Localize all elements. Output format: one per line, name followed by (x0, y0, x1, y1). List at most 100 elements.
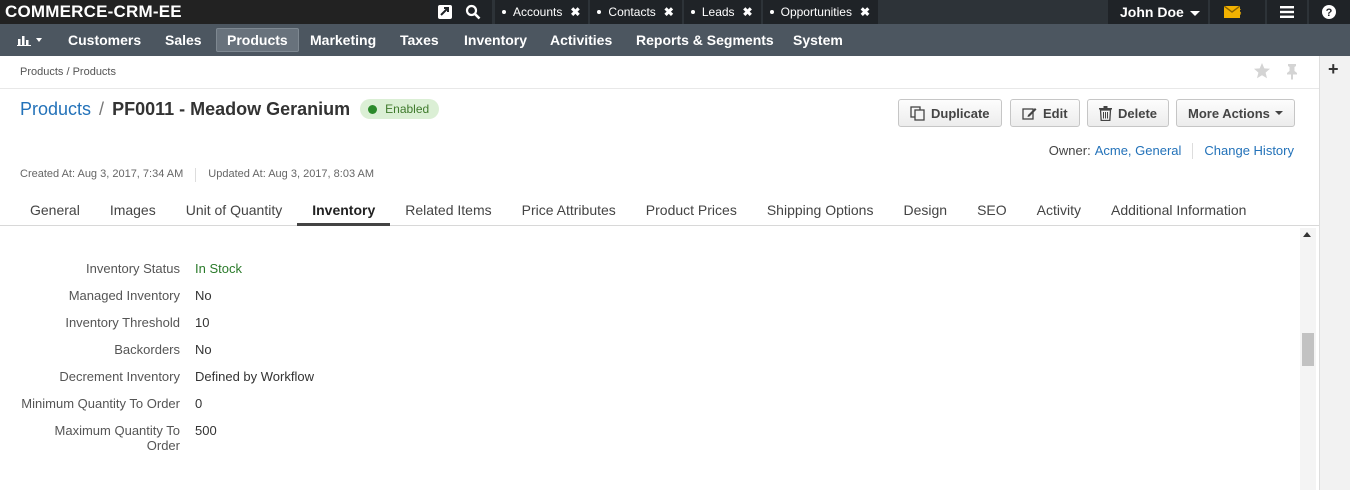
copy-icon (910, 105, 925, 121)
close-icon[interactable]: ✖ (743, 5, 753, 19)
inventory-threshold-label: Inventory Threshold (65, 315, 180, 330)
menu-button[interactable] (1267, 0, 1307, 24)
title-link-products[interactable]: Products (20, 99, 91, 120)
page-title: Products / PF0011 - Meadow Geranium Enab… (20, 98, 440, 120)
top-icons (430, 0, 492, 24)
delete-button[interactable]: Delete (1087, 99, 1170, 127)
owner-link[interactable]: Acme, General (1095, 143, 1182, 159)
search-icon[interactable] (465, 4, 481, 20)
nav-customers[interactable]: Customers (58, 28, 151, 52)
pin-icon[interactable] (1283, 62, 1301, 80)
edit-button[interactable]: Edit (1010, 99, 1080, 127)
edit-icon (1022, 107, 1037, 120)
close-icon[interactable]: ✖ (860, 5, 870, 19)
nav-marketing[interactable]: Marketing (300, 28, 386, 52)
divider (0, 88, 1319, 89)
min-quantity-value: 0 (195, 396, 203, 411)
mail-button[interactable]: 5 (1210, 0, 1265, 24)
main-navigation: Customers Sales Products Marketing Taxes… (0, 24, 1350, 56)
tab-design[interactable]: Design (888, 196, 962, 226)
add-icon[interactable]: + (1328, 59, 1339, 80)
close-icon[interactable]: ✖ (570, 5, 580, 19)
nav-activities[interactable]: Activities (540, 28, 622, 52)
tab-inventory[interactable]: Inventory (297, 196, 391, 226)
updated-at: Updated At: Aug 3, 2017, 8:03 AM (208, 168, 375, 180)
hamburger-icon (1280, 6, 1294, 18)
status-badge: Enabled (360, 99, 440, 119)
tab-shipping-options[interactable]: Shipping Options (752, 196, 889, 226)
record-timestamps: Created At: Aug 3, 2017, 7:34 AM Updated… (20, 168, 374, 182)
chevron-down-icon (35, 38, 42, 42)
pinned-tab-opportunities[interactable]: Opportunities ✖ (762, 0, 879, 24)
nav-sales[interactable]: Sales (155, 28, 212, 52)
help-button[interactable]: ? (1309, 0, 1350, 24)
pinned-tab-label: Accounts (513, 5, 563, 19)
brand-arrow-decoration (418, 0, 430, 24)
owner-label: Owner: (1048, 143, 1091, 158)
nav-inventory[interactable]: Inventory (454, 28, 537, 52)
product-title: PF0011 - Meadow Geranium (112, 98, 351, 119)
tab-general[interactable]: General (15, 196, 95, 226)
section-tabs: General Images Unit of Quantity Inventor… (0, 196, 1319, 226)
tab-activity[interactable]: Activity (1022, 196, 1096, 226)
tab-product-prices[interactable]: Product Prices (631, 196, 752, 226)
status-label: Enabled (385, 102, 430, 116)
tab-seo[interactable]: SEO (962, 196, 1022, 226)
change-history-link[interactable]: Change History (1204, 143, 1294, 159)
managed-inventory-value: No (195, 288, 212, 303)
app-brand[interactable]: COMMERCE-CRM-EE (0, 0, 430, 24)
inventory-threshold-value: 10 (195, 315, 210, 330)
top-bar: COMMERCE-CRM-EE Accounts ✖ Contacts ✖ Le… (0, 0, 1350, 24)
chevron-down-icon (1189, 10, 1200, 16)
pinned-tab-label: Opportunities (780, 5, 852, 19)
pinned-tabs: Accounts ✖ Contacts ✖ Leads ✖ Opportunit… (495, 0, 880, 24)
divider (195, 168, 197, 182)
owner-row: Owner: Acme, General Change History (1049, 143, 1294, 159)
help-icon: ? (1322, 5, 1336, 19)
tab-unit-of-quantity[interactable]: Unit of Quantity (171, 196, 298, 226)
page-content: Products / Products Products / PF0011 - … (0, 56, 1319, 490)
external-link-icon[interactable] (437, 4, 453, 20)
bullet-icon (597, 10, 602, 14)
divider (1192, 143, 1194, 159)
nav-reports-segments[interactable]: Reports & Segments (626, 28, 784, 52)
scroll-up-icon[interactable] (1303, 232, 1311, 237)
bar-chart-icon (16, 36, 31, 46)
user-name: John Doe (1120, 4, 1184, 20)
chevron-down-icon (1274, 111, 1283, 115)
decrement-inventory-value: Defined by Workflow (195, 369, 314, 384)
edit-label: Edit (1043, 105, 1068, 121)
user-menu[interactable]: John Doe (1108, 0, 1208, 24)
more-actions-button[interactable]: More Actions (1176, 99, 1295, 127)
inventory-status-label: Inventory Status (86, 261, 180, 276)
nav-system[interactable]: System (783, 28, 853, 52)
max-quantity-label: Maximum Quantity To Order (54, 423, 180, 453)
pinned-tab-leads[interactable]: Leads ✖ (683, 0, 761, 24)
bullet-icon (502, 10, 506, 14)
nav-products[interactable]: Products (216, 28, 299, 52)
trash-icon (1099, 105, 1112, 121)
tab-related-items[interactable]: Related Items (390, 196, 506, 226)
min-quantity-label: Minimum Quantity To Order (21, 396, 180, 411)
max-quantity-value: 500 (195, 423, 217, 438)
tab-price-attributes[interactable]: Price Attributes (507, 196, 631, 226)
tab-additional-information[interactable]: Additional Information (1096, 196, 1261, 226)
right-sidebar: + (1319, 56, 1350, 490)
scrollbar-thumb[interactable] (1302, 333, 1314, 366)
more-actions-label: More Actions (1188, 105, 1270, 121)
pinned-tab-contacts[interactable]: Contacts ✖ (590, 0, 682, 24)
delete-label: Delete (1118, 105, 1158, 121)
dashboard-menu[interactable] (10, 28, 48, 52)
decrement-inventory-label: Decrement Inventory (59, 369, 180, 384)
nav-taxes[interactable]: Taxes (390, 28, 449, 52)
pinned-tab-accounts[interactable]: Accounts ✖ (495, 0, 589, 24)
duplicate-button[interactable]: Duplicate (898, 99, 1002, 127)
status-dot-icon (368, 104, 378, 114)
star-icon[interactable] (1253, 62, 1271, 80)
pinned-tab-label: Leads (701, 5, 735, 19)
bullet-icon (690, 10, 695, 14)
title-separator: / (99, 98, 105, 119)
close-icon[interactable]: ✖ (664, 5, 674, 19)
tab-images[interactable]: Images (95, 196, 171, 226)
svg-text:?: ? (1326, 7, 1333, 19)
